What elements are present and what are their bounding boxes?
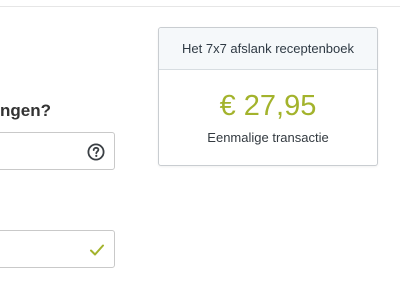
check-icon — [90, 244, 104, 256]
help-circle-icon[interactable] — [87, 143, 105, 161]
product-title: Het 7x7 afslank receptenboek — [159, 28, 377, 70]
question-label: ngen? — [0, 101, 51, 120]
checkout-page: ngen? ................ Het 7x7 afslank r… — [0, 0, 400, 300]
validated-input[interactable] — [0, 230, 115, 268]
cropped-text-content: ................ — [0, 294, 118, 300]
product-price: € 27,95 — [219, 90, 317, 122]
cropped-text: ................ — [0, 290, 118, 300]
product-card-body: € 27,95 Eenmalige transactie — [159, 89, 377, 145]
price-note: Eenmalige transactie — [207, 130, 329, 145]
answer-input[interactable] — [0, 132, 115, 170]
top-divider — [0, 6, 400, 7]
product-card: Het 7x7 afslank receptenboek € 27,95 Een… — [158, 27, 378, 166]
